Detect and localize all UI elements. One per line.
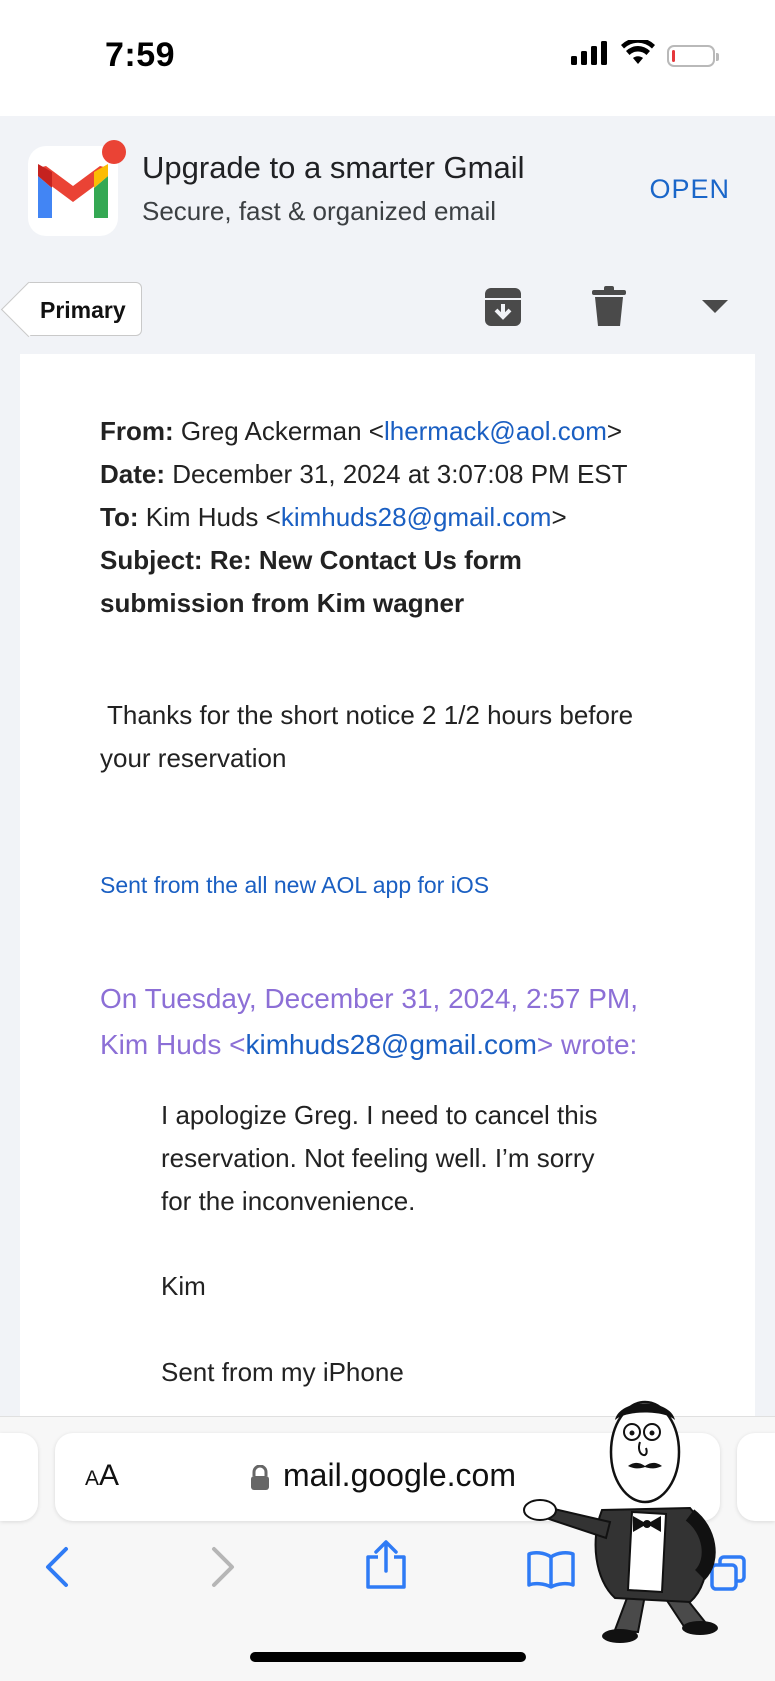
home-indicator[interactable]: [250, 1652, 526, 1662]
back-icon[interactable]: [42, 1545, 72, 1594]
date-value: December 31, 2024 at 3:07:08 PM EST: [172, 459, 628, 489]
message-toolbar: Primary: [0, 266, 775, 355]
archive-icon[interactable]: [483, 286, 523, 333]
status-bar: 7:59: [0, 0, 775, 116]
from-label: From:: [100, 416, 174, 446]
to-label: To:: [100, 502, 139, 532]
quote-sender-name: Kim Huds <: [100, 1029, 246, 1060]
gmail-upgrade-banner[interactable]: Upgrade to a smarter Gmail Secure, fast …: [0, 116, 775, 267]
quote-header-sender: Kim Huds <kimhuds28@gmail.com> wrote:: [100, 1022, 720, 1068]
cellular-signal-icon: [571, 41, 609, 70]
subject-line: Subject: Re: New Contact Us form submiss…: [100, 539, 580, 625]
promo-title: Upgrade to a smarter Gmail: [142, 150, 525, 185]
share-icon[interactable]: [364, 1539, 408, 1596]
to-line: To: Kim Huds <kimhuds28@gmail.com>: [100, 496, 700, 539]
wifi-icon: [621, 37, 655, 71]
reader-settings-button[interactable]: AA: [85, 1459, 119, 1493]
to-close: >: [551, 502, 567, 532]
quoted-name: Kim: [161, 1271, 206, 1301]
quote-header-date: On Tuesday, December 31, 2024, 2:57 PM,: [100, 983, 639, 1014]
quoted-signature: Sent from my iPhone: [161, 1357, 404, 1387]
to-email-link[interactable]: kimhuds28@gmail.com: [281, 502, 552, 532]
lock-icon: [250, 1464, 270, 1496]
reply-body: Thanks for the short notice 2 1/2 hours …: [100, 700, 634, 773]
notification-dot: [102, 140, 126, 164]
status-icons: [571, 37, 719, 71]
promo-subtitle: Secure, fast & organized email: [142, 196, 497, 226]
back-to-primary-button[interactable]: Primary: [28, 282, 142, 336]
quote-wrote: > wrote:: [536, 1029, 638, 1060]
previous-tab-preview[interactable]: [0, 1433, 38, 1521]
battery-icon: [667, 44, 719, 67]
to-name: Kim Huds <: [145, 502, 281, 532]
page-margin-left: [0, 354, 20, 1416]
subject-label: Subject:: [100, 545, 203, 575]
chevron-down-icon[interactable]: [702, 300, 728, 319]
date-label: Date:: [100, 459, 166, 489]
from-close: >: [606, 416, 623, 446]
status-time: 7:59: [105, 36, 176, 74]
url-text: mail.google.com: [283, 1457, 516, 1493]
trash-icon[interactable]: [592, 286, 626, 331]
page-margin-right: [755, 354, 775, 1416]
forward-icon[interactable]: [208, 1545, 238, 1594]
open-button[interactable]: OPEN: [649, 174, 730, 205]
from-email-link[interactable]: lhermack@aol.com: [384, 416, 607, 446]
primary-label: Primary: [40, 297, 126, 323]
quote-sender-email-link[interactable]: kimhuds28@gmail.com: [246, 1029, 537, 1060]
aol-signature-link[interactable]: Sent from the all new AOL app for iOS: [100, 872, 489, 899]
waiter-mascot-illustration: [520, 1390, 755, 1650]
quote-header: On Tuesday, December 31, 2024, 2:57 PM, …: [100, 976, 720, 1068]
date-line: Date: December 31, 2024 at 3:07:08 PM ES…: [100, 453, 700, 496]
quoted-message: I apologize Greg. I need to cancel this …: [161, 1100, 598, 1216]
from-name: Greg Ackerman <: [180, 416, 384, 446]
from-line: From: Greg Ackerman <lhermack@aol.com>: [100, 410, 700, 453]
